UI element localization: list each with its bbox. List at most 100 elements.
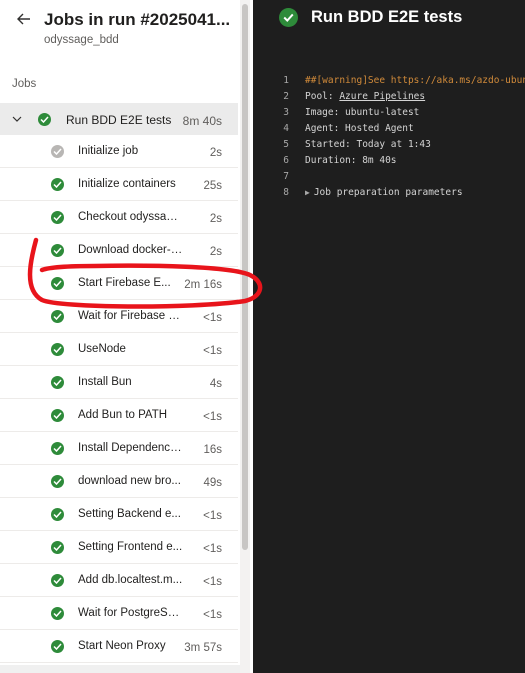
step-row[interactable]: Add db.localtest.m... <1s xyxy=(0,564,238,597)
log-title: Run BDD E2E tests xyxy=(311,8,463,26)
log-text: Pool: xyxy=(305,91,340,102)
step-duration: 2s xyxy=(209,147,222,159)
step-name: Start Firebase E... xyxy=(78,277,171,289)
pipeline-run-view: Jobs in run #2025041... odyssage_bdd Job… xyxy=(0,0,525,673)
step-name: Add db.localtest.m... xyxy=(78,574,183,586)
step-duration: 25s xyxy=(203,180,222,192)
step-duration: <1s xyxy=(203,576,222,588)
log-line: 6 Duration: 8m 40s xyxy=(277,153,525,169)
job-duration: 8m 40s xyxy=(182,114,222,128)
step-name: Wait for PostgreSQ... xyxy=(78,607,184,619)
step-duration: 4s xyxy=(209,378,222,390)
step-name: Install Bun xyxy=(78,376,132,388)
success-check-icon xyxy=(51,211,64,224)
log-line: 3 Image: ubuntu-latest xyxy=(277,105,525,121)
log-line: 2 Pool: Azure Pipelines xyxy=(277,89,525,105)
step-duration: 3m 57s xyxy=(184,642,222,654)
step-name: Initialize containers xyxy=(78,178,176,190)
step-row[interactable]: Setting Backend e... <1s xyxy=(0,498,238,531)
success-check-icon xyxy=(51,244,64,257)
page-title: Jobs in run #2025041... xyxy=(44,10,231,29)
success-check-icon xyxy=(51,640,64,653)
success-check-icon xyxy=(51,541,64,554)
step-name: download new bro... xyxy=(78,475,181,487)
log-line: 8 ▶ Job preparation parameters xyxy=(277,185,525,201)
step-row[interactable]: Initialize job 2s xyxy=(0,135,238,168)
step-row[interactable]: Setting Frontend e... <1s xyxy=(0,531,238,564)
step-duration: <1s xyxy=(203,510,222,522)
log-line: 5 Started: Today at 1:43 xyxy=(277,137,525,153)
step-name: Initialize job xyxy=(78,145,139,157)
success-check-icon xyxy=(51,178,64,191)
success-check-icon xyxy=(38,113,51,126)
log-panel: Run BDD E2E tests 1 ##[warning]See https:… xyxy=(253,0,525,673)
success-check-icon xyxy=(51,607,64,620)
line-number: 5 xyxy=(283,139,289,150)
bottom-edge xyxy=(0,665,250,673)
job-name: Run BDD E2E tests xyxy=(66,113,172,127)
log-text: Started: Today at 1:43 xyxy=(305,139,431,150)
step-row[interactable]: Download docker-c... 2s xyxy=(0,234,238,267)
step-row[interactable]: Install Bun 4s xyxy=(0,366,238,399)
step-row[interactable]: Install Dependencies 16s xyxy=(0,432,238,465)
step-name: Setting Backend e... xyxy=(78,508,181,520)
arrow-left-icon xyxy=(17,12,31,30)
back-button[interactable] xyxy=(14,11,34,31)
step-row[interactable]: Wait for PostgreSQ... <1s xyxy=(0,597,238,630)
step-duration: 16s xyxy=(203,444,222,456)
line-number: 1 xyxy=(283,75,289,86)
step-duration: <1s xyxy=(203,609,222,621)
step-name: Add Bun to PATH xyxy=(78,409,168,421)
step-duration: <1s xyxy=(203,543,222,555)
step-row[interactable]: Add Bun to PATH <1s xyxy=(0,399,238,432)
step-name: Start Neon Proxy xyxy=(78,640,166,652)
step-duration: 2s xyxy=(209,246,222,258)
step-name: Checkout odyssage... xyxy=(78,211,184,223)
line-number: 6 xyxy=(283,155,289,166)
log-text: Duration: 8m 40s xyxy=(305,155,397,166)
step-name: UseNode xyxy=(78,343,126,355)
success-check-icon xyxy=(51,409,64,422)
step-duration: <1s xyxy=(203,411,222,423)
expand-triangle-icon[interactable]: ▶ xyxy=(305,188,310,197)
panel-header: Jobs in run #2025041... odyssage_bdd xyxy=(0,0,238,60)
step-row[interactable]: UseNode <1s xyxy=(0,333,238,366)
log-output: 1 ##[warning]See https://aka.ms/azdo-ubun… xyxy=(277,73,525,201)
step-row[interactable]: Checkout odyssage... 2s xyxy=(0,201,238,234)
line-number: 8 xyxy=(283,187,289,198)
step-duration: 2m 16s xyxy=(184,279,222,291)
step-duration: <1s xyxy=(203,345,222,357)
step-row[interactable]: Initialize containers 25s xyxy=(0,168,238,201)
job-row[interactable]: Run BDD E2E tests 8m 40s xyxy=(0,103,238,135)
log-line: 4 Agent: Hosted Agent xyxy=(277,121,525,137)
log-text: Agent: Hosted Agent xyxy=(305,123,414,134)
success-check-icon xyxy=(51,442,64,455)
step-name: Download docker-c... xyxy=(78,244,184,256)
success-check-icon xyxy=(51,343,64,356)
chevron-down-icon[interactable] xyxy=(10,113,24,125)
log-text[interactable]: Job preparation parameters xyxy=(314,187,463,198)
step-row[interactable]: download new bro... 49s xyxy=(0,465,238,498)
success-check-icon xyxy=(51,376,64,389)
step-row[interactable]: Wait for Firebase e... <1s xyxy=(0,300,238,333)
pool-link[interactable]: Azure Pipelines xyxy=(339,91,425,102)
log-line: 7 xyxy=(277,169,525,185)
step-row[interactable]: Start Neon Proxy 3m 57s xyxy=(0,630,238,663)
success-check-icon xyxy=(51,475,64,488)
scrollbar-thumb[interactable] xyxy=(242,4,248,550)
success-check-icon xyxy=(51,508,64,521)
success-check-icon xyxy=(51,277,64,290)
success-check-icon xyxy=(51,574,64,587)
warning-text: ##[warning]See https://aka.ms/azdo-ubunt… xyxy=(305,75,525,86)
step-row[interactable]: Start Firebase E... 2m 16s xyxy=(0,267,238,300)
step-duration: 49s xyxy=(203,477,222,489)
steps-list: Initialize job 2s Initialize containers 25s… xyxy=(0,135,238,673)
jobs-scrollbar[interactable] xyxy=(240,0,250,673)
log-line: 1 ##[warning]See https://aka.ms/azdo-ubun… xyxy=(277,73,525,89)
step-duration: <1s xyxy=(203,312,222,324)
line-number: 4 xyxy=(283,123,289,134)
line-number: 7 xyxy=(283,171,289,182)
jobs-section-label: Jobs xyxy=(12,78,37,90)
skipped-check-icon xyxy=(51,145,64,158)
log-text: Image: ubuntu-latest xyxy=(305,107,420,118)
